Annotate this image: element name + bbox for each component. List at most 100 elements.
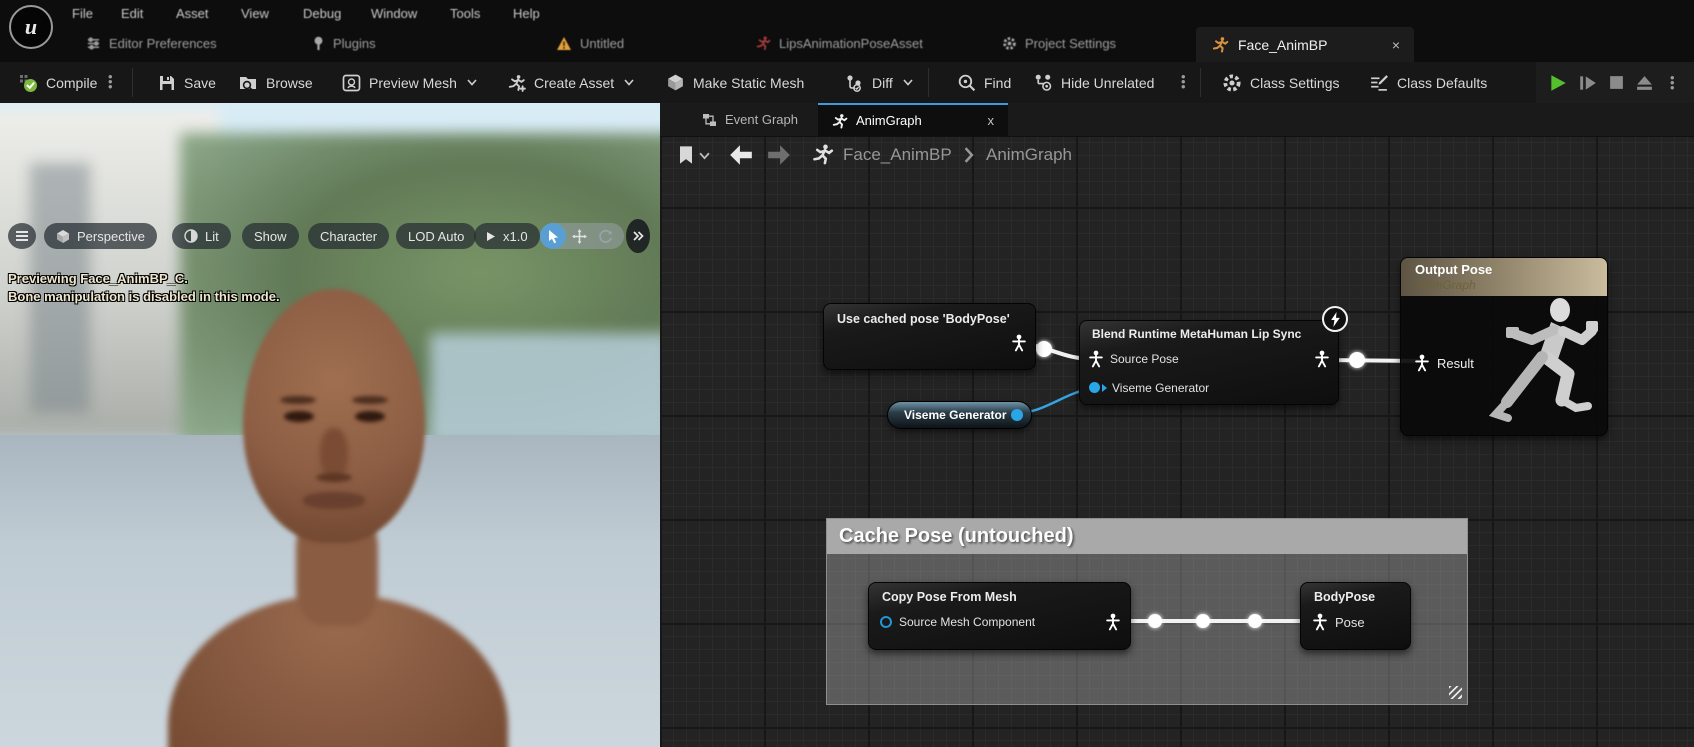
toolbar-separator: [132, 68, 133, 97]
comment-resize-handle[interactable]: [1449, 686, 1462, 699]
class-settings-button[interactable]: Class Settings: [1222, 62, 1339, 103]
chevron-down-icon: [903, 79, 913, 86]
browse-label: Browse: [266, 75, 313, 91]
menu-file[interactable]: File: [72, 6, 93, 22]
tab-event-graph[interactable]: Event Graph: [688, 103, 812, 136]
bookmark-icon[interactable]: [678, 145, 694, 165]
node-viseme-generator[interactable]: Viseme Generator: [887, 401, 1032, 429]
unreal-logo: u: [9, 5, 53, 49]
breadcrumb-root[interactable]: Face_AnimBP: [843, 145, 952, 165]
playback-speed-button[interactable]: x1.0: [474, 223, 540, 249]
preview-viewport[interactable]: Perspective Lit Show Character LOD Auto …: [0, 103, 660, 747]
bookmark-chevron-icon[interactable]: [699, 152, 710, 160]
animbp-runner-icon: [1212, 36, 1229, 53]
menu-view[interactable]: View: [241, 6, 269, 22]
tab-label: Face_AnimBP: [1238, 37, 1327, 53]
show-button[interactable]: Show: [242, 223, 299, 249]
cursor-icon: [547, 229, 560, 244]
tab-animgraph[interactable]: AnimGraph x: [818, 103, 1008, 136]
close-icon[interactable]: ×: [1392, 37, 1400, 53]
play-icon[interactable]: [1548, 73, 1568, 93]
tab-face-animbp[interactable]: Face_AnimBP ×: [1196, 27, 1414, 62]
lod-label: LOD Auto: [408, 229, 464, 244]
pin-label-viseme-generator: Viseme Generator: [1112, 381, 1209, 395]
pose-pin-out[interactable]: [1012, 334, 1026, 352]
menu-debug[interactable]: Debug: [303, 6, 341, 22]
menu-asset[interactable]: Asset: [176, 6, 209, 22]
tab-label: Project Settings: [1025, 36, 1116, 51]
compile-button[interactable]: Compile: [18, 62, 97, 103]
rotate-tool-button[interactable]: [592, 223, 618, 249]
pose-pin-in[interactable]: [1313, 613, 1327, 631]
character-brow-right: [352, 396, 388, 404]
lit-button[interactable]: Lit: [172, 223, 231, 249]
save-button[interactable]: Save: [158, 62, 216, 103]
viseme-pin-out[interactable]: [1011, 409, 1023, 421]
graph-tab-strip: [660, 103, 1694, 137]
move-tool-button[interactable]: [566, 223, 592, 249]
lod-auto-button[interactable]: LOD Auto: [396, 223, 476, 249]
node-output-pose[interactable]: Output Pose AnimGraph Result: [1400, 257, 1608, 436]
running-mannequin-graphic: [1479, 296, 1601, 428]
pose-pin-out[interactable]: [1106, 613, 1120, 631]
diff-icon: [846, 74, 864, 92]
lit-label: Lit: [205, 229, 219, 244]
node-blend-lip-sync[interactable]: Blend Runtime MetaHuman Lip Sync Source …: [1079, 320, 1339, 405]
menu-edit[interactable]: Edit: [121, 6, 143, 22]
node-copy-pose-from-mesh[interactable]: Copy Pose From Mesh Source Mesh Componen…: [868, 582, 1131, 650]
pose-pin-in[interactable]: [1089, 350, 1103, 368]
tab-label: Untitled: [580, 36, 624, 51]
search-icon: [957, 73, 976, 92]
viseme-pin-in[interactable]: [1089, 382, 1100, 393]
node-title: Viseme Generator: [904, 408, 1007, 422]
create-asset-button[interactable]: Create Asset: [508, 62, 634, 103]
play-small-icon: [486, 231, 496, 242]
breadcrumb-current[interactable]: AnimGraph: [986, 145, 1072, 165]
object-pin-in[interactable]: [880, 616, 892, 628]
hamburger-icon: [15, 230, 29, 242]
settings-gear-icon: [1002, 36, 1017, 51]
pose-pin-result[interactable]: [1415, 354, 1429, 372]
browse-button[interactable]: Browse: [239, 62, 313, 103]
unreal-editor-window: u File Edit Asset View Debug Window Tool…: [0, 0, 1694, 747]
perspective-button[interactable]: Perspective: [44, 223, 157, 249]
hide-unrelated-button[interactable]: Hide Unrelated: [1034, 62, 1154, 103]
chevron-down-icon: [467, 79, 477, 86]
tab-editor-preferences[interactable]: Editor Preferences: [86, 33, 217, 53]
tab-label: Editor Preferences: [109, 36, 217, 51]
toolbar-overflow-button[interactable]: [626, 219, 650, 253]
select-tool-button[interactable]: [540, 223, 566, 249]
class-defaults-button[interactable]: Class Defaults: [1369, 62, 1487, 103]
tab-plugins[interactable]: Plugins: [312, 33, 376, 53]
tab-lipsanimationposeasset[interactable]: LipsAnimationPoseAsset: [756, 33, 923, 53]
tab-project-settings[interactable]: Project Settings: [1002, 33, 1116, 53]
menu-window[interactable]: Window: [371, 6, 417, 22]
character-lips: [303, 492, 365, 509]
close-icon[interactable]: x: [988, 113, 995, 128]
menu-help[interactable]: Help: [513, 6, 540, 22]
make-static-mesh-button[interactable]: Make Static Mesh: [666, 62, 804, 103]
play-controls: •••: [1536, 62, 1694, 103]
preview-mesh-button[interactable]: Preview Mesh: [342, 62, 477, 103]
character-button[interactable]: Character: [308, 223, 389, 249]
viewport-menu-button[interactable]: [8, 223, 36, 249]
pose-pin-out[interactable]: [1315, 350, 1329, 368]
back-arrow-icon[interactable]: [728, 144, 754, 166]
toolbar-separator: [1200, 68, 1201, 97]
node-use-cached-pose[interactable]: Use cached pose 'BodyPose': [823, 303, 1036, 370]
find-label: Find: [984, 75, 1011, 91]
eject-icon[interactable]: [1635, 74, 1654, 92]
forward-arrow-icon[interactable]: [766, 144, 792, 166]
compile-options-dots[interactable]: •••: [108, 74, 113, 89]
tab-untitled[interactable]: Untitled: [556, 33, 624, 53]
play-options-dots[interactable]: •••: [1670, 75, 1675, 90]
diff-button[interactable]: Diff: [846, 62, 913, 103]
menu-tools[interactable]: Tools: [450, 6, 480, 22]
node-bodypose[interactable]: BodyPose Pose: [1300, 582, 1411, 650]
find-button[interactable]: Find: [957, 62, 1011, 103]
frame-skip-icon[interactable]: [1578, 73, 1598, 93]
compile-icon: [18, 73, 38, 93]
stop-icon[interactable]: [1608, 74, 1625, 91]
toolbar-overflow-dots[interactable]: •••: [1181, 74, 1186, 89]
comment-header[interactable]: Cache Pose (untouched): [827, 519, 1467, 554]
